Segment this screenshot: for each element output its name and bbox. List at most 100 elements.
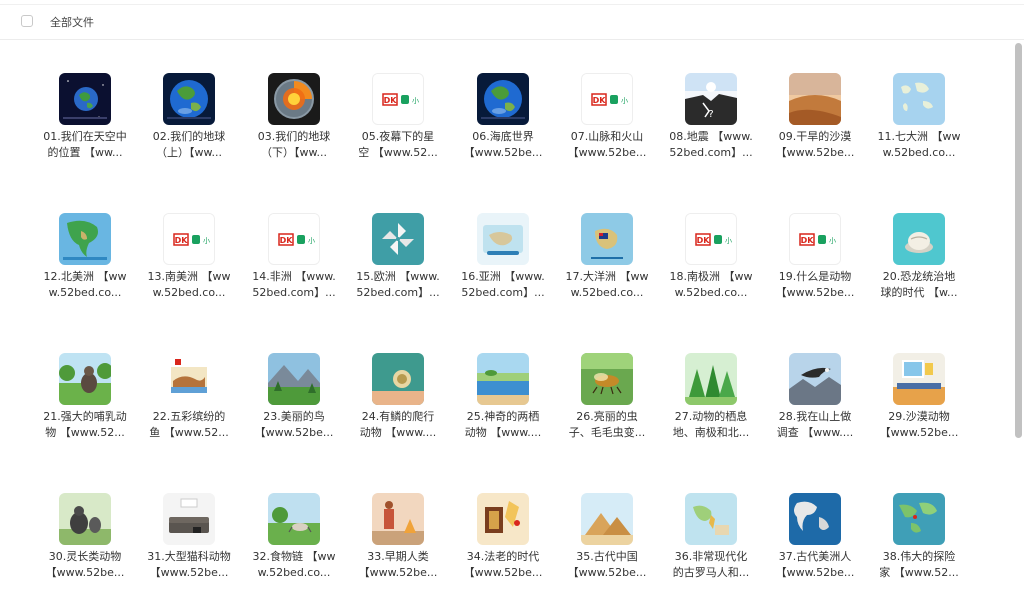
select-all-checkbox[interactable] (21, 15, 33, 27)
file-name[interactable]: 33.早期人类 【www.52be... (350, 549, 446, 580)
file-name[interactable]: 16.亚洲 【www. 52bed.com】... (455, 269, 551, 300)
file-thumbnail[interactable] (477, 353, 529, 405)
svg-text:DK: DK (280, 236, 294, 245)
file-name[interactable]: 11.七大洲 【ww w.52bed.co... (871, 129, 967, 160)
file-name-line: 的位置 【ww... (47, 145, 123, 159)
file-thumbnail[interactable] (268, 493, 320, 545)
file-thumbnail[interactable] (59, 213, 111, 265)
file-name[interactable]: 22.五彩缤纷的鱼 【www.52... (141, 409, 237, 440)
file-thumbnail[interactable] (59, 493, 111, 545)
file-thumbnail[interactable]: DK 小 (163, 213, 215, 265)
file-name[interactable]: 23.美丽的鸟 【www.52be... (246, 409, 342, 440)
file-name[interactable]: 09.干旱的沙漠 【www.52be... (767, 129, 863, 160)
file-name-line: 调查 【www.... (776, 425, 854, 439)
svg-text:小: 小 (308, 236, 315, 245)
file-name-line: 21.强大的哺乳动 (43, 410, 127, 423)
file-thumbnail[interactable]: DK 小 (789, 213, 841, 265)
file-name[interactable]: 13.南美洲 【ww w.52bed.co... (141, 269, 237, 300)
file-name[interactable]: 34.法老的时代 【www.52be... (455, 549, 551, 580)
file-thumbnail[interactable] (789, 73, 841, 125)
file-name-line: w.52bed.co... (48, 285, 122, 299)
svg-text:DK: DK (697, 236, 711, 245)
file-name-line: 【www.52be... (45, 565, 125, 579)
file-name-line: 【www.52be... (358, 565, 438, 579)
file-name[interactable]: 20.恐龙统治地 球的时代 【w... (871, 269, 967, 300)
file-name-line: 38.伟大的探险 (882, 550, 956, 563)
file-thumbnail[interactable] (581, 493, 633, 545)
file-name-line: 06.海底世界 (472, 130, 534, 143)
file-name[interactable]: 02.我们的地球 （上）【ww... (141, 129, 237, 160)
file-thumbnail[interactable] (685, 493, 737, 545)
file-thumbnail[interactable]: DK 小 (372, 73, 424, 125)
file-thumbnail[interactable]: DK 小 (685, 213, 737, 265)
file-thumbnail[interactable] (59, 73, 111, 125)
file-name[interactable]: 07.山脉和火山 【www.52be... (559, 129, 655, 160)
file-thumbnail[interactable] (163, 493, 215, 545)
file-thumbnail[interactable] (477, 73, 529, 125)
file-name-line: （上）【ww... (156, 145, 222, 159)
file-thumbnail[interactable] (59, 353, 111, 405)
file-name[interactable]: 30.灵长类动物 【www.52be... (37, 549, 133, 580)
file-name[interactable]: 32.食物链 【ww w.52bed.co... (246, 549, 342, 580)
file-name[interactable]: 29.沙漠动物 【www.52be... (871, 409, 967, 440)
file-name[interactable]: 08.地震 【www. 52bed.com】... (663, 129, 759, 160)
file-name[interactable]: 03.我们的地球 （下）【ww... (246, 129, 342, 160)
file-name-line: w.52bed.co... (882, 145, 956, 159)
file-thumbnail[interactable] (372, 493, 424, 545)
file-name[interactable]: 19.什么是动物 【www.52be... (767, 269, 863, 300)
file-thumbnail[interactable]: DK 小 (581, 73, 633, 125)
scrollbar-thumb[interactable] (1015, 43, 1022, 438)
file-thumbnail[interactable] (372, 353, 424, 405)
file-thumbnail[interactable] (893, 73, 945, 125)
file-thumbnail[interactable] (685, 353, 737, 405)
file-name[interactable]: 18.南极洲 【ww w.52bed.co... (663, 269, 759, 300)
file-thumbnail[interactable] (477, 213, 529, 265)
file-name[interactable]: 27.动物的栖息 地、南极和北... (663, 409, 759, 440)
file-name[interactable]: 17.大洋洲 【ww w.52bed.co... (559, 269, 655, 300)
file-name[interactable]: 14.非洲 【www. 52bed.com】... (246, 269, 342, 300)
file-thumbnail[interactable] (163, 353, 215, 405)
file-name[interactable]: 31.大型猫科动物 【www.52be... (141, 549, 237, 580)
file-thumbnail[interactable] (893, 493, 945, 545)
svg-text:小: 小 (725, 236, 732, 245)
file-name[interactable]: 15.欧洲 【www. 52bed.com】... (350, 269, 446, 300)
file-name[interactable]: 38.伟大的探险家 【www.52... (871, 549, 967, 580)
file-name[interactable]: 24.有鳞的爬行 动物 【www.... (350, 409, 446, 440)
file-name-line: 地、南极和北... (672, 425, 750, 439)
file-name-line: 17.大洋洲 【ww (565, 270, 649, 283)
file-name[interactable]: 06.海底世界 【www.52be... (455, 129, 551, 160)
file-thumbnail[interactable] (789, 353, 841, 405)
file-thumbnail[interactable] (581, 353, 633, 405)
file-name[interactable]: 36.非常现代化 的古罗马人和... (663, 549, 759, 580)
file-name-line: 32.食物链 【ww (252, 550, 336, 563)
file-name-line: 52bed.com】... (669, 145, 753, 159)
file-name[interactable]: 21.强大的哺乳动物 【www.52... (37, 409, 133, 440)
file-thumbnail[interactable] (477, 493, 529, 545)
file-name[interactable]: 25.神奇的两栖 动物 【www.... (455, 409, 551, 440)
file-name-line: 动物 【www.... (359, 425, 437, 439)
file-name[interactable]: 35.古代中国 【www.52be... (559, 549, 655, 580)
file-thumbnail[interactable] (581, 213, 633, 265)
file-thumbnail[interactable] (789, 493, 841, 545)
file-thumbnail[interactable] (163, 73, 215, 125)
file-thumbnail[interactable] (268, 353, 320, 405)
file-thumbnail[interactable] (893, 353, 945, 405)
file-thumbnail[interactable]: ? (685, 73, 737, 125)
file-name[interactable]: 37.古代美洲人 【www.52be... (767, 549, 863, 580)
file-thumbnail[interactable] (372, 213, 424, 265)
file-thumbnail[interactable] (893, 213, 945, 265)
svg-text:小: 小 (203, 236, 210, 245)
file-name[interactable]: 05.夜幕下的星空 【www.52... (350, 129, 446, 160)
file-thumbnail[interactable]: DK 小 (268, 213, 320, 265)
file-name[interactable]: 12.北美洲 【ww w.52bed.co... (37, 269, 133, 300)
file-name-line: 29.沙漠动物 (888, 410, 950, 423)
file-name-line: 【www.52be... (463, 565, 543, 579)
file-name-line: 【www.52be... (775, 145, 855, 159)
file-name-line: 52bed.com】... (356, 285, 440, 299)
file-name[interactable]: 01.我们在天空中 的位置 【ww... (37, 129, 133, 160)
file-name[interactable]: 26.亮丽的虫 子、毛毛虫变... (559, 409, 655, 440)
file-thumbnail[interactable] (268, 73, 320, 125)
file-name-line: 家 【www.52... (879, 565, 959, 579)
file-name[interactable]: 28.我在山上做 调查 【www.... (767, 409, 863, 440)
file-name-line: 05.夜幕下的星 (361, 130, 435, 143)
